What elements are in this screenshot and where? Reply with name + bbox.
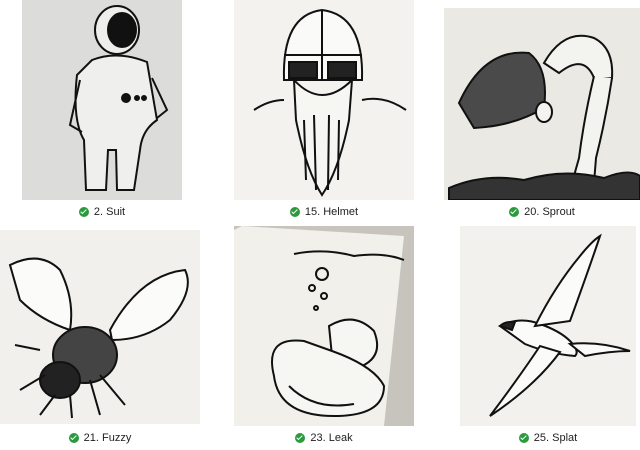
file-tile-suit[interactable]: 2. Suit <box>22 0 182 222</box>
file-caption: 2. Suit <box>22 206 182 218</box>
file-tile-splat[interactable]: 25. Splat <box>460 226 636 450</box>
file-name: 20. Sprout <box>524 206 575 218</box>
sync-check-icon <box>518 433 529 443</box>
file-tile-helmet[interactable]: 15. Helmet <box>234 0 414 222</box>
thumbnail-sprout[interactable] <box>444 8 640 200</box>
sync-check-icon <box>295 433 306 443</box>
file-caption: 23. Leak <box>234 432 414 444</box>
thumbnail-helmet[interactable] <box>234 0 414 200</box>
file-tile-sprout[interactable]: 20. Sprout <box>444 8 640 222</box>
sync-check-icon <box>509 207 520 217</box>
file-caption: 20. Sprout <box>444 206 640 218</box>
file-name: 25. Splat <box>533 432 578 444</box>
thumbnail-suit[interactable] <box>22 0 182 200</box>
file-name: 2. Suit <box>93 206 126 218</box>
file-caption: 21. Fuzzy <box>0 432 200 444</box>
sync-check-icon <box>289 207 300 217</box>
file-name: 21. Fuzzy <box>83 432 132 444</box>
thumbnail-fuzzy[interactable] <box>0 230 200 424</box>
file-tile-fuzzy[interactable]: 21. Fuzzy <box>0 230 200 450</box>
file-name: 23. Leak <box>310 432 353 444</box>
file-caption: 25. Splat <box>460 432 636 444</box>
thumbnail-leak[interactable] <box>234 226 414 426</box>
file-tile-leak[interactable]: 23. Leak <box>234 226 414 450</box>
sync-check-icon <box>78 207 89 217</box>
file-name: 15. Helmet <box>304 206 359 218</box>
thumbnail-splat[interactable] <box>460 226 636 426</box>
file-caption: 15. Helmet <box>234 206 414 218</box>
sync-check-icon <box>68 433 79 443</box>
